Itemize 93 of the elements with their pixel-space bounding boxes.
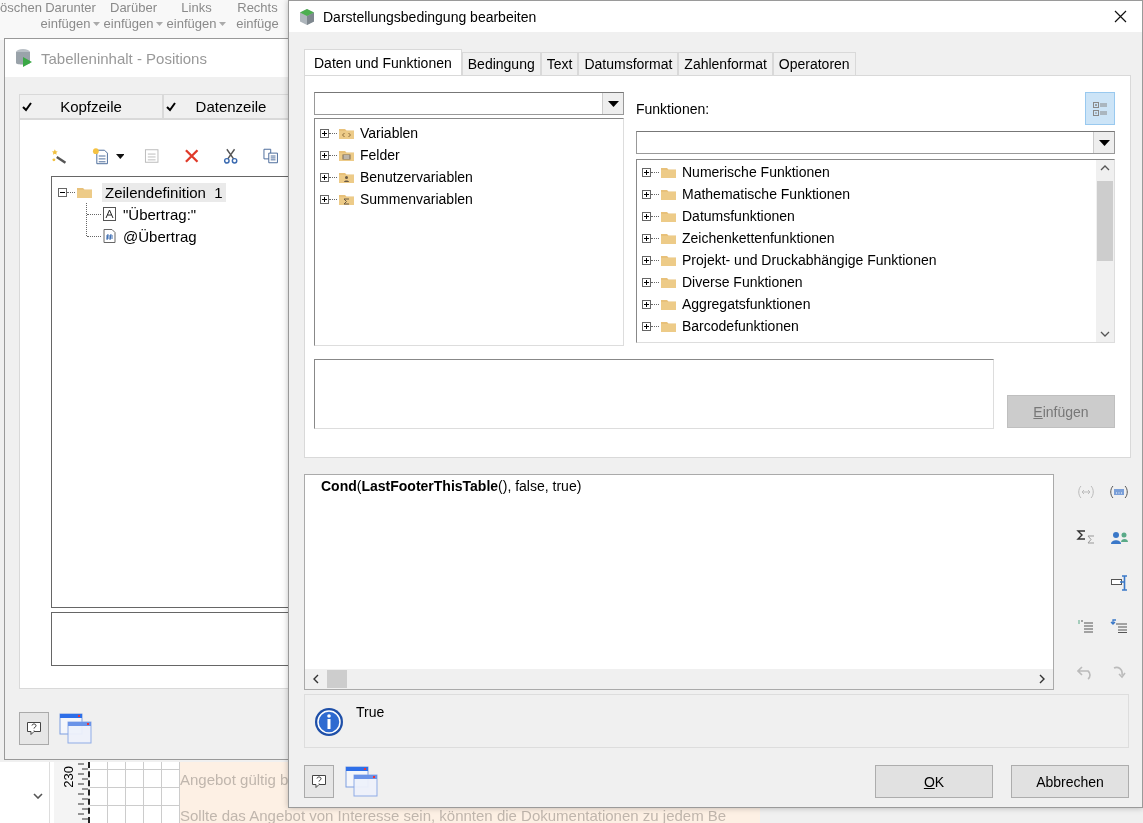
tab[interactable]: Zahlenformat: [678, 52, 773, 75]
expand-toggle[interactable]: [642, 277, 651, 287]
tab[interactable]: Text: [540, 52, 579, 75]
folder-icon: [661, 253, 676, 267]
caret-icon[interactable]: [115, 153, 125, 159]
sum-folder-icon: [339, 192, 354, 206]
app-icon: [15, 48, 33, 68]
tree-item[interactable]: Felder: [360, 147, 400, 163]
folder-icon: [661, 165, 676, 179]
tree-item[interactable]: Aggregatsfunktionen: [682, 296, 811, 312]
folder-icon: [661, 319, 676, 333]
folder-icon: [661, 231, 676, 245]
chevron-down-icon[interactable]: [33, 793, 43, 799]
tree-item[interactable]: Barcodefunktionen: [682, 318, 799, 334]
users-icon[interactable]: [1108, 529, 1129, 545]
dialog-title: Darstellungsbedingung bearbeiten: [323, 8, 538, 25]
expand-toggle[interactable]: [642, 233, 651, 243]
scissors-icon[interactable]: [223, 148, 239, 164]
folder-icon: [77, 185, 92, 199]
expand-toggle[interactable]: [642, 299, 651, 309]
help-button[interactable]: [19, 712, 49, 745]
tree-item[interactable]: Projekt- und Druckabhängige Funktionen: [682, 252, 937, 268]
tab[interactable]: Daten und Funktionen: [304, 49, 462, 75]
result-text: True: [356, 704, 385, 720]
expand-toggle[interactable]: [642, 255, 651, 265]
ruler-label: 230: [61, 766, 76, 788]
expand-toggle[interactable]: [320, 194, 329, 204]
expand-toggle[interactable]: [642, 211, 651, 221]
expand-toggle[interactable]: [642, 189, 651, 199]
caret-icon: [607, 100, 619, 107]
caret-icon: [1098, 139, 1110, 146]
delete-icon[interactable]: [183, 148, 200, 164]
expression-editor[interactable]: Cond(LastFooterThisTable(), false, true): [304, 474, 1054, 690]
table-folder-icon: [339, 148, 354, 162]
dropdown[interactable]: [636, 131, 1115, 154]
app-icon: [299, 7, 315, 26]
ok-button[interactable]: OK: [875, 765, 993, 798]
expand-toggle[interactable]: [320, 172, 329, 182]
info-icon: [314, 707, 344, 737]
document-text: Angebot gültig b: [180, 770, 289, 790]
horizontal-scrollbar[interactable]: [305, 669, 1053, 689]
tree-item[interactable]: Diverse Funktionen: [682, 274, 803, 290]
outdent-icon[interactable]: [1109, 619, 1128, 633]
folder-icon: [661, 275, 676, 289]
text-cursor-box-icon[interactable]: [1109, 574, 1128, 592]
tree-item[interactable]: @Übertrag: [120, 226, 200, 246]
functions-label: Funktionen:: [636, 100, 710, 117]
ruler-ticks: [76, 762, 88, 823]
check-icon[interactable]: [166, 101, 176, 112]
field-document-icon: [103, 229, 116, 243]
tree-item[interactable]: "Übertrag:": [120, 204, 200, 224]
tree-item[interactable]: Benutzervariablen: [360, 169, 473, 185]
tree-list-icon: [1092, 100, 1108, 117]
text-letter-icon: [103, 207, 116, 221]
tree-item[interactable]: Numerische Funktionen: [682, 164, 830, 180]
help-button[interactable]: [304, 765, 334, 798]
sigma-icon[interactable]: [1075, 529, 1096, 545]
windows-icon[interactable]: [345, 765, 379, 798]
windows-icon[interactable]: [59, 712, 93, 745]
expand-toggle[interactable]: [320, 128, 329, 138]
tree-item[interactable]: Zeichenkettenfunktionen: [682, 230, 835, 246]
folder-icon: [661, 209, 676, 223]
tree-item[interactable]: Datumsfunktionen: [682, 208, 795, 224]
tab[interactable]: Operatoren: [772, 52, 856, 75]
speech-bubble-icon: [311, 773, 327, 790]
expand-toggle[interactable]: [642, 167, 651, 177]
tab[interactable]: Bedingung: [461, 52, 541, 75]
expression-text: Cond(LastFooterThisTable(), false, true): [320, 477, 583, 496]
copy-icon[interactable]: [262, 148, 278, 164]
folder-icon: [661, 297, 676, 311]
folder-icon: [661, 187, 676, 201]
window-title: Tabelleninhalt - Positions: [41, 49, 207, 67]
tab[interactable]: Datumsformat: [578, 52, 679, 75]
dropdown[interactable]: [314, 92, 624, 115]
field-in-parentheses-icon[interactable]: [1108, 484, 1129, 500]
code-folder-icon: [339, 126, 354, 140]
collapse-toggle[interactable]: [58, 187, 67, 197]
speech-bubble-icon: [26, 720, 42, 737]
close-icon[interactable]: [1114, 10, 1127, 23]
tree-item[interactable]: Variablen: [360, 125, 419, 141]
tree-view-button[interactable]: [1085, 92, 1115, 125]
wand-icon[interactable]: [51, 147, 69, 165]
check-icon[interactable]: [22, 101, 32, 112]
new-page-icon[interactable]: [92, 147, 110, 165]
tree-item[interactable]: Zeilendefinition 1: [102, 182, 226, 202]
expand-toggle[interactable]: [642, 321, 651, 331]
scrollbar[interactable]: [1096, 160, 1114, 342]
tab[interactable]: Kopfzeile: [19, 94, 163, 119]
cancel-button[interactable]: Abbrechen: [1011, 765, 1129, 798]
expand-toggle[interactable]: [320, 150, 329, 160]
tree-item[interactable]: Mathematische Funktionen: [682, 186, 851, 202]
tree-item[interactable]: Summenvariablen: [360, 191, 473, 207]
user-folder-icon: [339, 170, 354, 184]
